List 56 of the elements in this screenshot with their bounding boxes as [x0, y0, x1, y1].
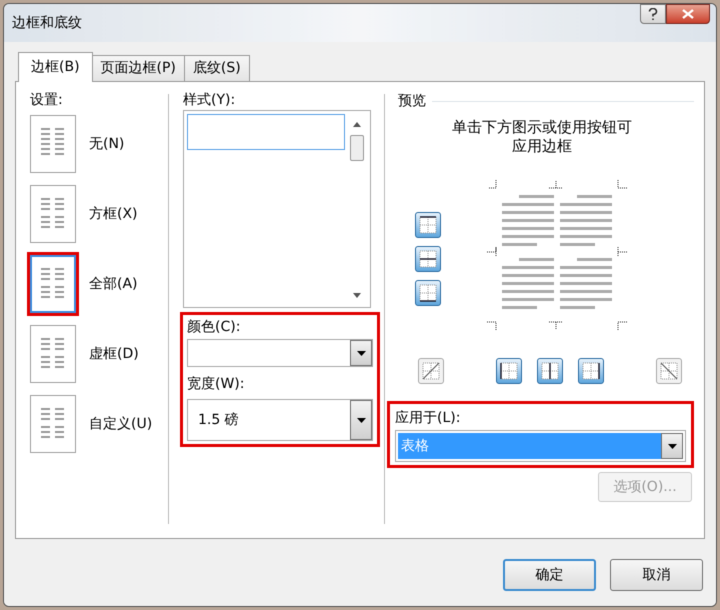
style-option[interactable] — [187, 114, 345, 150]
border-toggle-button[interactable] — [537, 358, 563, 384]
color-label: 颜色(C): — [187, 318, 242, 337]
setting-option[interactable] — [30, 115, 76, 173]
dropdown-arrow-button[interactable] — [661, 433, 683, 459]
setting-label: 全部(A) — [89, 274, 138, 294]
width-label: 宽度(W): — [187, 375, 246, 394]
border-toggle-button[interactable] — [578, 358, 604, 384]
border-toggle-button[interactable] — [415, 280, 441, 306]
settings-label: 设置: — [30, 91, 64, 110]
color-dropdown[interactable] — [187, 339, 373, 367]
scroll-down-icon — [353, 293, 361, 298]
caret-icon — [356, 418, 366, 422]
border-toggle-button[interactable] — [415, 246, 441, 272]
scroll-thumb[interactable] — [350, 135, 364, 161]
caret-icon — [356, 350, 366, 356]
close-button[interactable] — [666, 4, 710, 24]
table-border-icon — [417, 282, 439, 304]
border-toggle-button[interactable] — [496, 358, 522, 384]
apply-to-value: 表格 — [398, 433, 661, 459]
width-dropdown[interactable]: 1.5 磅 — [187, 399, 373, 441]
tab[interactable]: 边框(B) — [18, 52, 93, 82]
help-button[interactable] — [640, 4, 666, 24]
caret-icon — [668, 444, 676, 448]
table-border-icon — [658, 360, 680, 382]
table-border-icon — [417, 214, 439, 236]
table-border-icon — [417, 248, 439, 270]
border-toggle-button[interactable] — [415, 212, 441, 238]
tab[interactable]: 底纹(S) — [184, 55, 250, 81]
dropdown-arrow-button[interactable] — [350, 340, 372, 366]
setting-label: 方框(X) — [89, 204, 138, 224]
setting-label: 无(N) — [89, 134, 124, 154]
setting-label: 虚框(D) — [89, 344, 139, 364]
setting-option[interactable] — [30, 395, 76, 453]
border-toggle-button[interactable] — [418, 358, 444, 384]
scroll-up-icon — [353, 122, 361, 127]
dialog-button[interactable]: 确定 — [503, 559, 596, 591]
width-value: 1.5 磅 — [197, 410, 239, 430]
setting-option[interactable] — [30, 185, 76, 243]
style-label: 样式(Y): — [182, 91, 236, 110]
setting-option[interactable] — [30, 325, 76, 383]
preview-label: 预览 — [398, 92, 426, 110]
table-border-icon — [539, 360, 561, 382]
setting-label: 自定义(U) — [89, 414, 152, 434]
dropdown-arrow-button[interactable] — [350, 400, 372, 440]
apply-to-label: 应用于(L): — [395, 408, 462, 428]
help-icon — [648, 8, 658, 20]
dialog-button[interactable]: 取消 — [610, 559, 703, 591]
close-icon — [682, 9, 694, 19]
preview-hint: 单击下方图示或使用按钮可应用边框 — [451, 118, 633, 156]
table-border-icon — [420, 360, 442, 382]
window-title: 边框和底纹 — [12, 14, 82, 33]
tab[interactable]: 页面边框(P) — [92, 55, 185, 81]
border-toggle-button[interactable] — [656, 358, 682, 384]
table-border-icon — [498, 360, 520, 382]
table-border-icon — [580, 360, 602, 382]
